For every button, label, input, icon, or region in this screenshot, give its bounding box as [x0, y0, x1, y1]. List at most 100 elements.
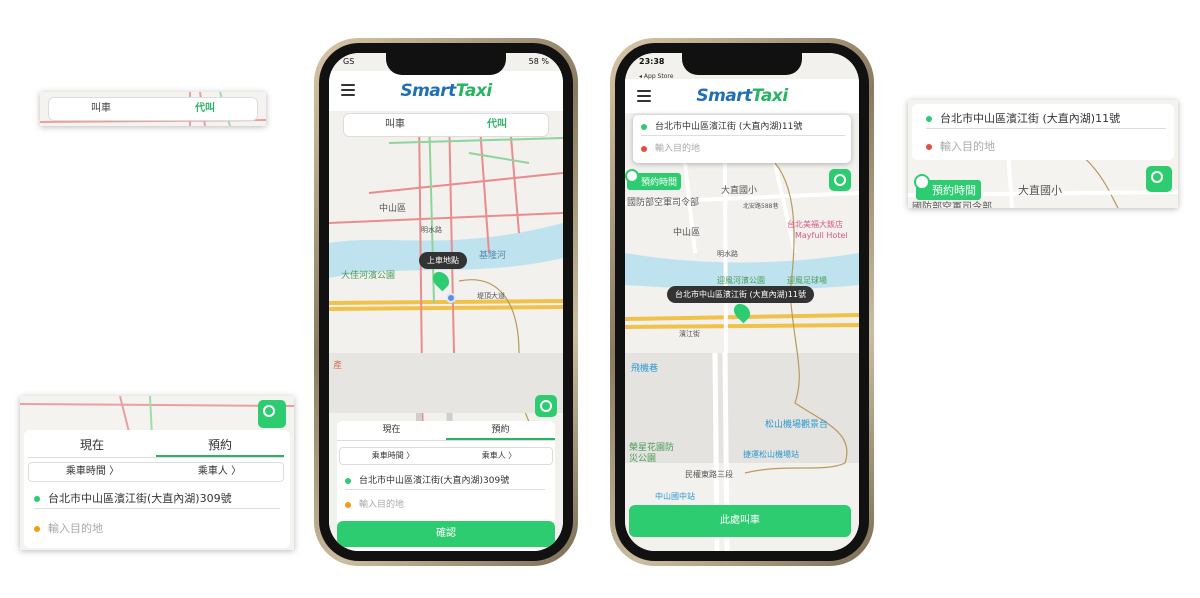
clock-icon: [625, 169, 639, 183]
app-header: SmartTaxi: [329, 71, 563, 111]
tab-now[interactable]: 現在: [337, 421, 446, 440]
map-label: 中山國中站: [655, 492, 695, 501]
notch: [682, 53, 802, 75]
pickup-address: 台北市中山區濱江街(大直內湖)309號: [359, 476, 510, 486]
destination-placeholder: 輸入目的地: [359, 500, 405, 510]
screen-left: GS 58 % SmartTaxi 叫車 代叫 中山區 明水路 基隆河 大佳河濱公…: [329, 53, 563, 551]
destination-placeholder: 輸入目的地: [655, 144, 701, 154]
tab-reserve[interactable]: 預約: [156, 434, 284, 457]
destination-placeholder: 輸入目的地: [48, 522, 103, 535]
pickup-row[interactable]: 台北市中山區濱江街 (大直內湖)11號: [641, 119, 845, 136]
map-label: 飛機巷: [631, 364, 659, 374]
call-mode-tabs: 叫車 代叫: [343, 113, 549, 137]
destination-row[interactable]: 輸入目的地: [345, 497, 545, 513]
clock-icon: [914, 174, 930, 190]
map-label: 捷運松山機場站: [743, 450, 799, 459]
destination-row[interactable]: 輸入目的地: [926, 138, 1166, 156]
map-label: 堤頂大道: [477, 292, 505, 300]
destination-dot: [926, 144, 932, 150]
app-logo: SmartTaxi: [696, 86, 788, 106]
map-label: 國防部空軍司令部: [912, 202, 992, 208]
crop-address-card: 台北市中山區濱江街 (大直內湖)11號 輸入目的地 預約時間 大直國小 國防部空…: [908, 100, 1178, 208]
locate-button[interactable]: [1146, 166, 1172, 192]
pickup-row[interactable]: 台北市中山區濱江街(大直內湖)309號: [345, 473, 545, 490]
map-label: 明水路: [421, 226, 442, 234]
confirm-button[interactable]: 確認: [337, 521, 555, 547]
reserve-time-button[interactable]: 預約時間: [914, 174, 981, 200]
map-label: 松山機場觀景台: [765, 420, 829, 430]
map-label: 產: [333, 361, 343, 371]
map-label: 國防部空軍司令部: [627, 198, 700, 208]
pickup-address: 台北市中山區濱江街 (大直內湖)11號: [655, 122, 803, 132]
screen-right: 23:38 ◂ App Store SmartTaxi 台北市中山區濱江街 (大…: [625, 53, 859, 551]
locate-button[interactable]: [258, 400, 286, 428]
pickup-address: 台北市中山區濱江街 (大直內湖)11號: [940, 112, 1121, 125]
options-row: 乘車時間 〉 乘車人 〉: [28, 462, 284, 482]
map-label: 北安路588巷: [743, 203, 779, 210]
call-here-button[interactable]: 此處叫車: [629, 505, 851, 537]
time-tabs: 現在 預約: [337, 421, 555, 441]
pickup-dot: [926, 116, 932, 122]
call-mode-tabs: 叫車 代叫: [48, 97, 258, 121]
pickup-row[interactable]: 台北市中山區濱江街(大直內湖)309號: [34, 490, 280, 509]
pickup-address: 台北市中山區濱江街(大直內湖)309號: [48, 492, 232, 505]
panel: 現在 預約 乘車時間 〉 乘車人 〉 台北市中山區濱江街(大直內湖)309號 輸…: [24, 430, 290, 548]
locate-button[interactable]: [535, 395, 557, 417]
locate-button[interactable]: [829, 169, 851, 191]
map-label: 明水路: [717, 250, 738, 258]
tab-proxy[interactable]: 代叫: [446, 114, 548, 136]
pickup-dot: [641, 123, 647, 130]
battery: 58 %: [528, 57, 549, 66]
menu-icon[interactable]: [341, 84, 355, 96]
menu-icon[interactable]: [637, 90, 651, 102]
map-label: 迎風足球場: [787, 276, 827, 285]
map-label: 基隆河: [479, 251, 507, 261]
destination-dot: [641, 145, 647, 152]
reserve-time-button[interactable]: 預約時間: [625, 169, 682, 190]
destination-row[interactable]: 輸入目的地: [34, 520, 280, 538]
address-card: 台北市中山區濱江街 (大直內湖)11號 輸入目的地: [633, 115, 851, 163]
pickup-pin-label: 上車地點: [419, 252, 467, 269]
map-label: 中山區: [673, 228, 701, 238]
destination-placeholder: 輸入目的地: [940, 140, 995, 153]
options-row: 乘車時間 〉 乘車人 〉: [339, 447, 553, 465]
current-location-dot: [446, 293, 456, 303]
tab-call[interactable]: 叫車: [344, 114, 446, 136]
tab-call[interactable]: 叫車: [49, 98, 153, 120]
rider-option[interactable]: 乘車人 〉: [446, 448, 552, 464]
phone-left: GS 58 % SmartTaxi 叫車 代叫 中山區 明水路 基隆河 大佳河濱公…: [314, 38, 578, 566]
carrier: GS: [343, 57, 355, 66]
map-label: 大直國小: [721, 186, 758, 196]
destination-row[interactable]: 輸入目的地: [641, 141, 845, 157]
pickup-dot: [345, 477, 351, 484]
app-logo: SmartTaxi: [400, 81, 492, 101]
back-to-app-store[interactable]: ◂ App Store: [639, 73, 673, 80]
map-label: 大直國小: [1018, 184, 1062, 197]
pickup-dot: [34, 496, 40, 502]
ride-time-option[interactable]: 乘車時間 〉: [29, 463, 156, 481]
map-label: 台北美福大飯店: [787, 220, 843, 229]
time-tabs: 現在 預約: [28, 434, 284, 458]
notch: [386, 53, 506, 75]
crop-tabbar-call-proxy: 叫車 代叫: [40, 92, 266, 126]
map-label: 民權東路三段: [685, 470, 733, 479]
address-card: 台北市中山區濱江街 (大直內湖)11號 輸入目的地: [912, 104, 1174, 160]
app-header: SmartTaxi: [625, 79, 859, 113]
pickup-pin-label: 台北市中山區濱江街 (大直內湖)11號: [667, 286, 814, 303]
destination-dot: [345, 501, 351, 508]
crop-reservation-panel: 現在 預約 乘車時間 〉 乘車人 〉 台北市中山區濱江街(大直內湖)309號 輸…: [20, 396, 294, 550]
map-label: 大佳河濱公園: [341, 271, 396, 281]
map-label: 迎風河濱公園: [717, 276, 765, 285]
map-label: Mayfull Hotel: [795, 231, 848, 240]
tab-proxy[interactable]: 代叫: [153, 98, 257, 120]
ride-time-option[interactable]: 乘車時間 〉: [340, 448, 446, 464]
map-label: 中山區: [379, 204, 407, 214]
map-label: 榮星花園防災公園: [629, 443, 675, 464]
clock: 23:38: [639, 57, 665, 66]
tab-now[interactable]: 現在: [28, 434, 156, 457]
rider-option[interactable]: 乘車人 〉: [156, 463, 283, 481]
map-label: 濱江街: [679, 330, 700, 338]
tab-reserve[interactable]: 預約: [446, 421, 555, 440]
phone-right: 23:38 ◂ App Store SmartTaxi 台北市中山區濱江街 (大…: [610, 38, 874, 566]
pickup-row[interactable]: 台北市中山區濱江街 (大直內湖)11號: [926, 110, 1166, 129]
